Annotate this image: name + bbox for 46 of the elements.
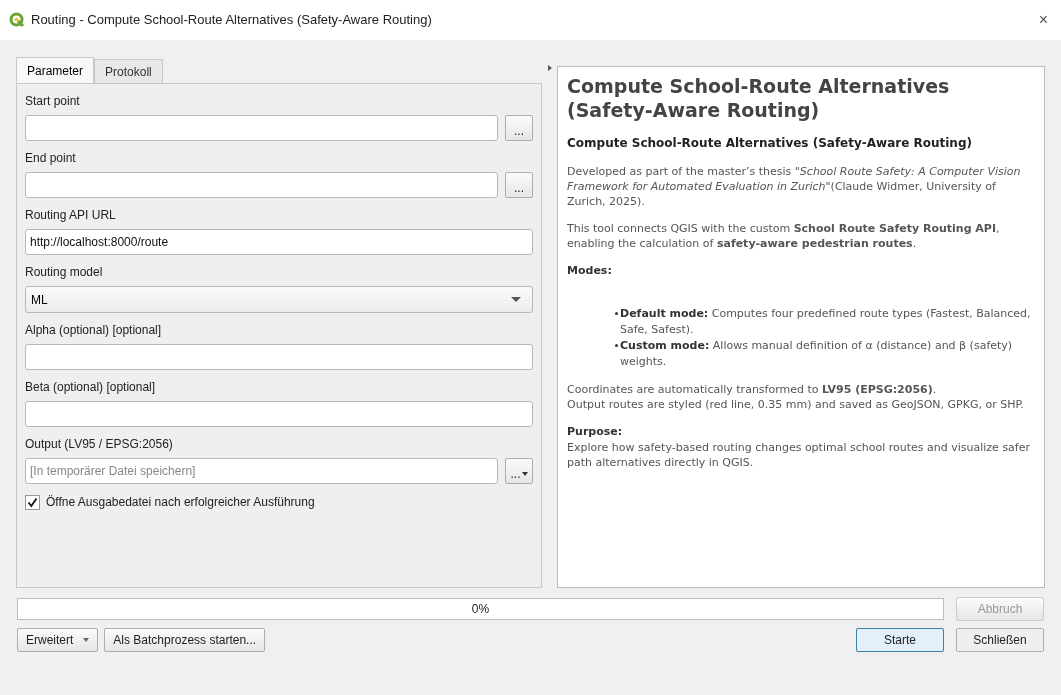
help-heading: Compute School-Route Alternatives (Safety-Aware Routing) [567, 74, 951, 122]
browse-button[interactable]: ... [505, 172, 533, 198]
checkbox[interactable] [25, 494, 40, 510]
help-paragraph: Developed as part of the master’s thesis "School Route Safety: A Computer Vision Framework for Automated Evaluation in Zurich"(Claude Widmer, University of Zurich, 2025). [567, 164, 1022, 209]
caret-icon [511, 297, 521, 302]
field-label: Routing API URL [25, 207, 117, 224]
help-paragraph: This tool connects QGIS with the custom School Route Safety Routing API, enabling the calculation of safety-aware pedestrian routes. [567, 221, 1001, 251]
input-field[interactable] [25, 115, 498, 141]
browse-button[interactable]: ... [505, 458, 533, 484]
input-field[interactable]: http://localhost:8000/route [25, 229, 533, 255]
tab[interactable]: Parameter [16, 57, 95, 83]
help-subheading: Compute School-Route Alternatives (Safety-Aware Routing) [567, 135, 973, 152]
bullet-icon [615, 343, 618, 347]
input-field[interactable] [25, 344, 533, 370]
caret-icon [83, 638, 90, 642]
model-dropdown[interactable]: ML [25, 286, 533, 313]
close-button[interactable]: × [1038, 8, 1048, 32]
checkbox-label: Öffne Ausgabedatei nach erfolgreicher Ausführung [46, 494, 315, 511]
field-label: Output (LV95 / EPSG:2056) [25, 436, 174, 453]
mode-description: Custom mode: Allows manual definition of α (distance) and β (safety) weights. [620, 337, 1014, 370]
footer-button[interactable]: Als Batchprozess starten... [104, 628, 266, 652]
field-label: Beta (optional) [optional] [25, 379, 157, 396]
help-paragraph: Coordinates are automatically transformed to LV95 (EPSG:2056). [567, 381, 938, 397]
field-label: Routing model [25, 264, 104, 281]
field-label: End point [25, 150, 77, 167]
splitter-arrow-icon [547, 65, 552, 71]
field-label: Start point [25, 93, 81, 110]
footer-button[interactable]: Schließen [956, 628, 1044, 652]
help-section-label: Modes: [567, 263, 613, 279]
help-paragraph: Output routes are styled (red line, 0.35 mm) and saved as GeoJSON, GPKG, or SHP. [567, 396, 1025, 412]
field-label: Alpha (optional) [optional] [25, 322, 163, 339]
input-field[interactable] [25, 401, 533, 427]
help-paragraph: Explore how safety-based routing changes optimal school routes and visualize safer path alternatives directly in QGIS. [567, 440, 1032, 470]
app-logo-icon [9, 12, 25, 28]
input-field[interactable] [25, 172, 498, 198]
footer-button[interactable]: Starte [856, 628, 944, 652]
caret-icon [521, 472, 528, 476]
tab[interactable]: Protokoll [94, 59, 163, 83]
browse-button[interactable]: ... [505, 115, 533, 141]
window-title: Routing - Compute School-Route Alternatives (Safety-Aware Routing) [31, 11, 433, 30]
help-section-label: Purpose: [567, 423, 624, 440]
bullet-icon [615, 311, 618, 315]
progress-reading: 0% [471, 601, 490, 618]
footer-button[interactable]: Erweitert [17, 628, 99, 652]
mode-description: Default mode: Computes four predefined route types (Fastest, Balanced, Safe, Safest). [620, 305, 1032, 338]
input-field[interactable]: [In temporärer Datei speichern] [25, 458, 498, 484]
